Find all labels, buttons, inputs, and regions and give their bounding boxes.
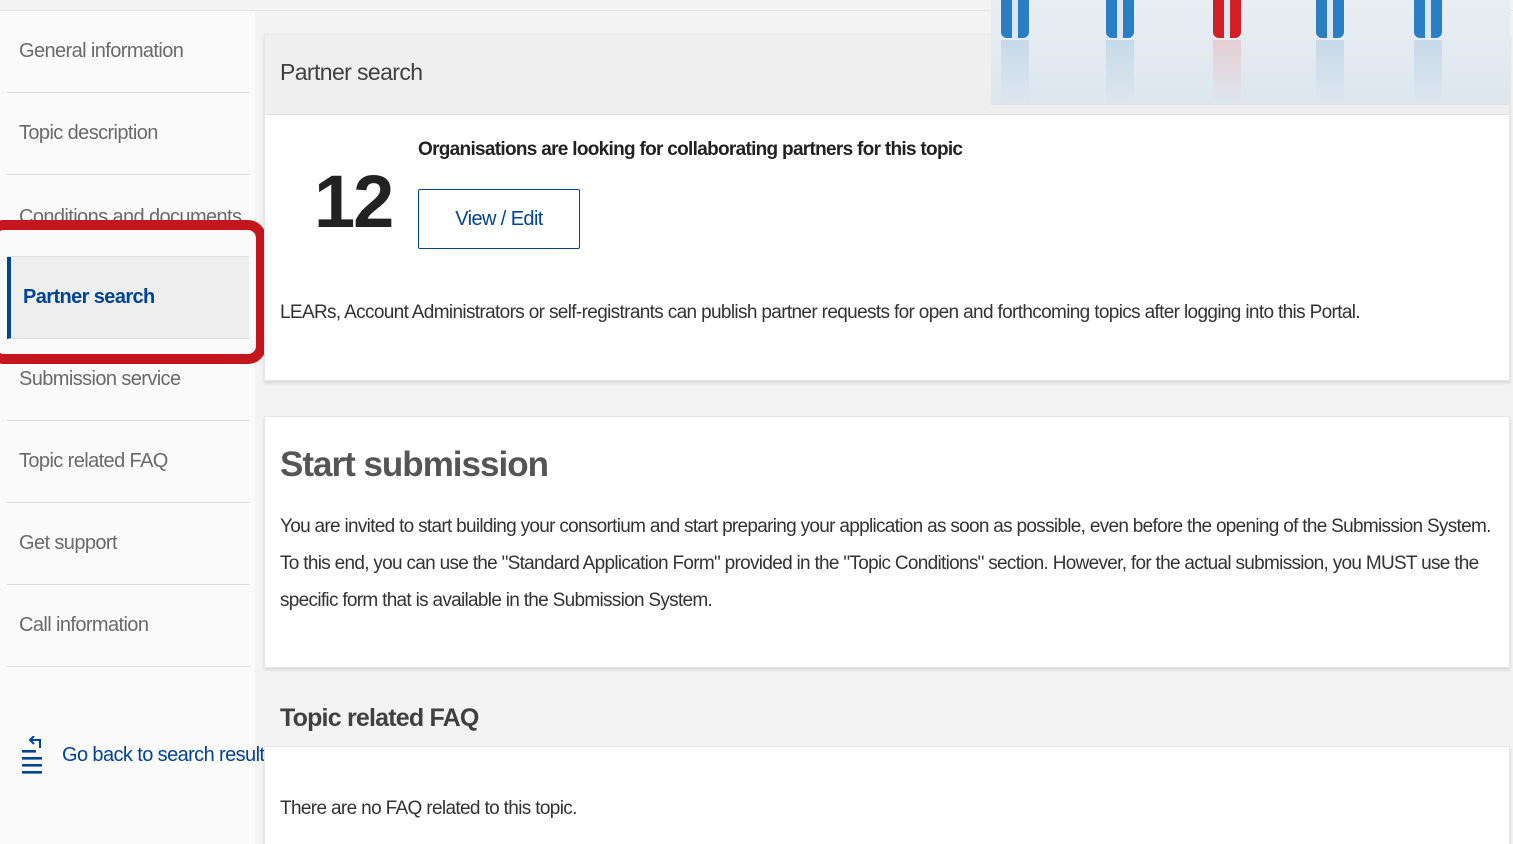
start-submission-card: Start submission You are invited to star…: [264, 416, 1510, 668]
sidebar-item-call-information[interactable]: Call information: [7, 585, 249, 667]
sidebar-item-general-information[interactable]: General information: [7, 11, 249, 93]
faq-empty-text: There are no FAQ related to this topic.: [280, 798, 577, 819]
start-submission-title: Start submission: [280, 445, 549, 484]
sidebar-item-label: Conditions and documents: [19, 206, 242, 228]
view-edit-button[interactable]: View / Edit: [418, 189, 580, 249]
partner-search-heading: Organisations are looking for collaborat…: [418, 139, 963, 160]
sidebar-item-topic-related-faq[interactable]: Topic related FAQ: [7, 421, 249, 503]
topic-related-faq-title: Topic related FAQ: [280, 704, 479, 732]
sidebar-item-get-support[interactable]: Get support: [7, 503, 249, 585]
sidebar-item-label: Submission service: [19, 368, 181, 390]
sidebar-item-label: General information: [19, 40, 184, 62]
back-link-label: Go back to search results: [62, 743, 274, 766]
sidebar-item-submission-service[interactable]: Submission service: [7, 339, 249, 421]
sidebar-item-partner-search[interactable]: Partner search: [7, 257, 249, 339]
sidebar-item-label: Topic related FAQ: [19, 450, 168, 472]
partner-search-body: 12 Organisations are looking for collabo…: [265, 115, 1509, 381]
list-return-icon: [20, 736, 48, 774]
start-submission-text: You are invited to start building your c…: [280, 516, 1491, 611]
sidebar-nav: General information Topic description Co…: [0, 11, 255, 844]
faq-card: There are no FAQ related to this topic.: [264, 746, 1510, 844]
sidebar-item-label: Topic description: [19, 122, 158, 144]
sidebar-item-label: Call information: [19, 614, 149, 636]
sidebar-item-conditions-and-documents[interactable]: Conditions and documents: [7, 175, 249, 257]
sidebar-item-label: Partner search: [23, 286, 155, 308]
partner-search-note: LEARs, Account Administrators or self-re…: [280, 302, 1361, 323]
sidebar-item-label: Get support: [19, 532, 118, 554]
back-to-search-results-link[interactable]: Go back to search results: [20, 736, 274, 774]
sidebar-item-topic-description[interactable]: Topic description: [7, 93, 249, 175]
partner-count: 12: [314, 160, 394, 243]
topic-banner-image: [991, 0, 1510, 105]
